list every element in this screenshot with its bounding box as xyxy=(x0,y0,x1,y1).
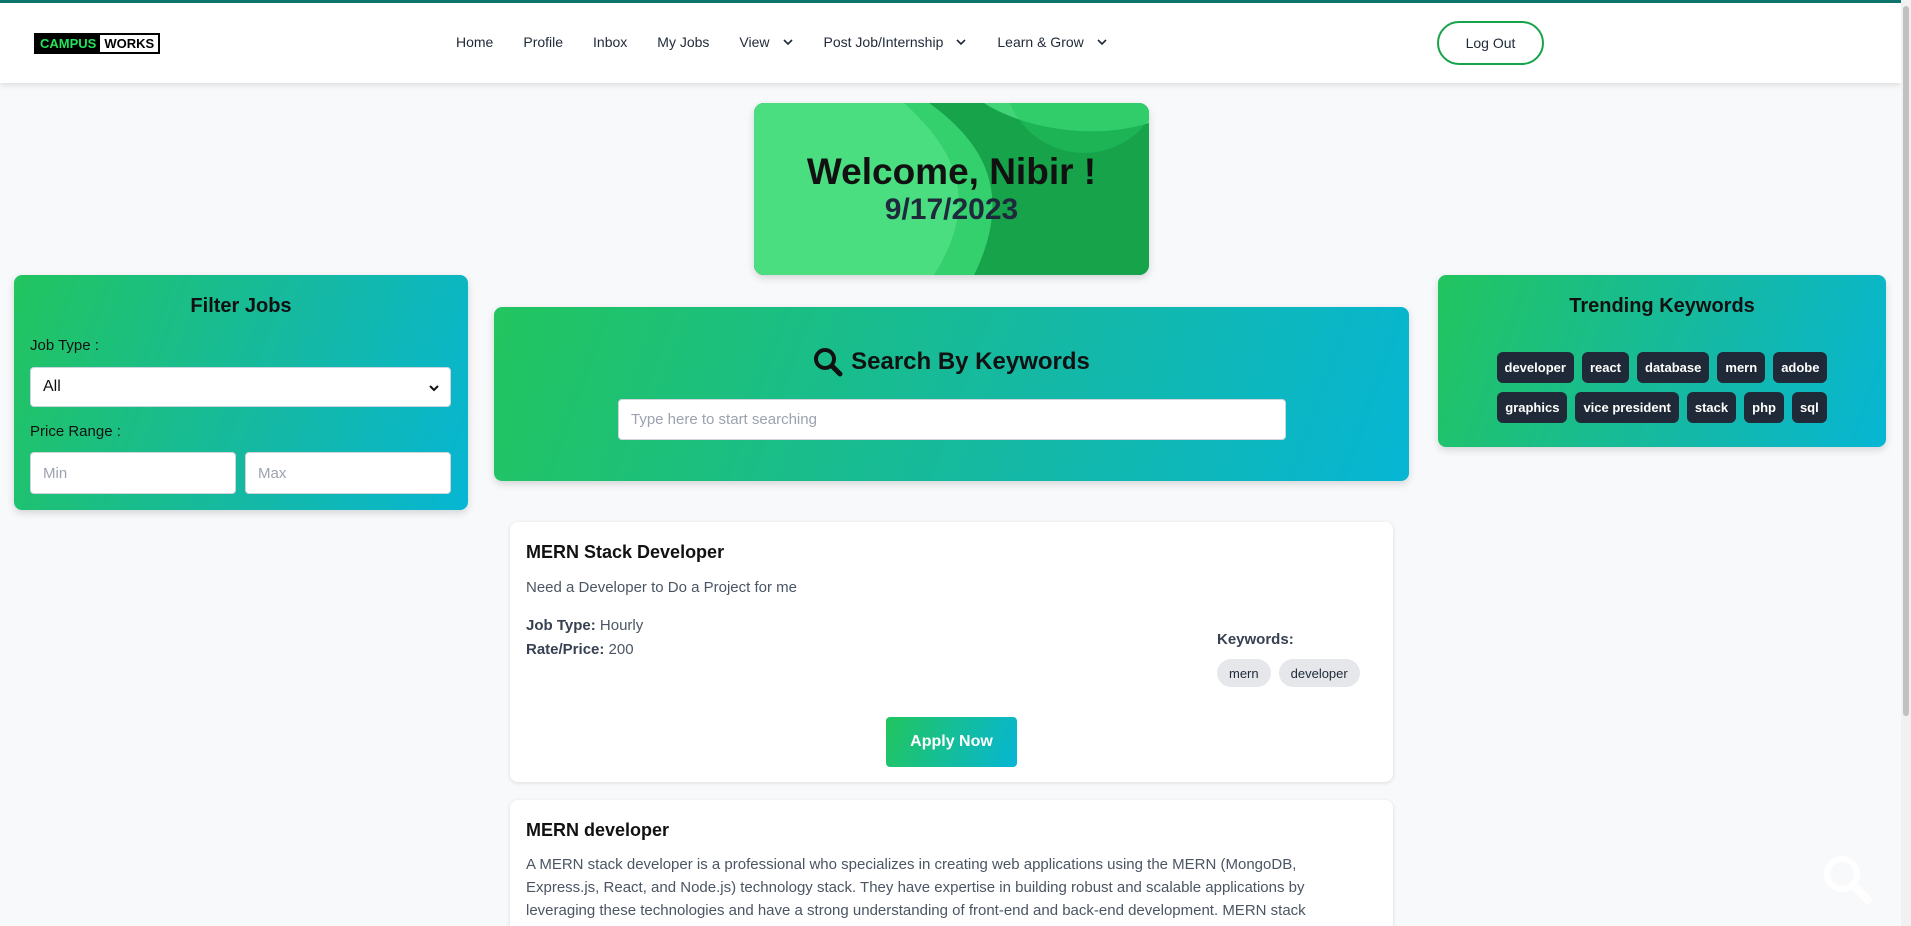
campusworks-logo[interactable]: CAMPUS WORKS xyxy=(34,33,161,54)
nav-learn-grow-dropdown[interactable]: Learn & Grow xyxy=(997,34,1107,50)
navbar: CAMPUS WORKS Home Profile Inbox My Jobs … xyxy=(0,3,1901,83)
job-type-label: Job Type : xyxy=(30,337,99,354)
nav-learn-grow-label: Learn & Grow xyxy=(997,34,1084,50)
nav-view-dropdown[interactable]: View xyxy=(739,34,793,50)
keyword-chip[interactable]: graphics xyxy=(1497,392,1568,423)
scrollbar-thumb[interactable] xyxy=(1903,6,1909,716)
job-type-selected: All xyxy=(43,378,61,395)
job-description: Need a Developer to Do a Project for me xyxy=(526,579,797,596)
job-type-value: Hourly xyxy=(599,617,644,634)
job-description-line: A MERN stack developer is a professional… xyxy=(526,856,1297,873)
welcome-title: Welcome, Nibir ! xyxy=(806,151,1097,192)
min-price-placeholder: Min xyxy=(43,464,68,482)
job-title: MERN developer xyxy=(526,820,670,840)
search-keywords-panel: Search By Keywords Type here to start se… xyxy=(494,307,1409,481)
job-type-key: Job Type: xyxy=(526,617,596,634)
logout-button[interactable]: Log Out xyxy=(1437,21,1544,65)
nav-home[interactable]: Home xyxy=(456,34,493,50)
keyword-chip[interactable]: mern xyxy=(1717,352,1766,383)
job-type-select[interactable]: All xyxy=(30,367,451,407)
nav-view-label: View xyxy=(739,34,770,50)
chevron-down-icon xyxy=(429,385,439,392)
chevron-down-icon xyxy=(1097,39,1107,46)
nav-inbox[interactable]: Inbox xyxy=(593,34,627,50)
nav-links: Home Profile Inbox My Jobs View Post Job… xyxy=(456,34,1138,50)
nav-profile[interactable]: Profile xyxy=(523,34,563,50)
welcome-banner: Welcome, Nibir ! 9/17/2023 xyxy=(754,103,1149,275)
logo-part1: CAMPUS xyxy=(36,35,101,52)
filter-title: Filter Jobs xyxy=(190,295,292,317)
chevron-down-icon xyxy=(956,39,966,46)
keyword-chip[interactable]: stack xyxy=(1686,392,1737,423)
nav-profile-label: Profile xyxy=(523,34,564,50)
welcome-date: 9/17/2023 xyxy=(884,193,1019,226)
price-range-label: Price Range : xyxy=(30,423,121,440)
keyword-chip[interactable]: react xyxy=(1581,352,1630,383)
nav-my-jobs-label: My Jobs xyxy=(657,34,710,50)
logo-part2: WORKS xyxy=(100,35,159,52)
rate-value: 200 xyxy=(608,641,634,658)
chevron-down-icon xyxy=(782,39,793,46)
trending-row-1: developer react database mern adobe xyxy=(1438,352,1886,383)
job-description-line: leveraging these technologies and have a… xyxy=(526,902,1306,919)
search-title: Search By Keywords xyxy=(851,348,1090,375)
keyword-chip[interactable]: sql xyxy=(1791,392,1827,423)
trending-row-2: graphics vice president stack php sql xyxy=(1438,392,1886,423)
keywords-label: Keywords: xyxy=(1217,631,1294,648)
nav-my-jobs[interactable]: My Jobs xyxy=(657,34,709,50)
rate-info: Rate/Price: 200 xyxy=(526,641,634,658)
nav-inbox-label: Inbox xyxy=(593,34,628,50)
job-description-line: Express.js, React, and Node.js) technolo… xyxy=(526,879,1305,896)
max-price-input[interactable]: Max xyxy=(245,452,451,494)
job-card: MERN developer A MERN stack developer is… xyxy=(510,800,1393,926)
nav-post-job-dropdown[interactable]: Post Job/Internship xyxy=(824,34,968,50)
keyword-chip[interactable]: database xyxy=(1637,352,1710,383)
job-type-info: Job Type: Hourly xyxy=(526,617,643,634)
filter-jobs-panel: Filter Jobs Job Type : All Price Range :… xyxy=(14,275,468,510)
floating-search-icon[interactable] xyxy=(1820,852,1876,908)
trending-keywords-panel: Trending Keywords developer react databa… xyxy=(1438,275,1886,447)
trending-title: Trending Keywords xyxy=(1569,295,1755,317)
rate-key: Rate/Price: xyxy=(526,641,605,658)
job-keyword-pill: mern xyxy=(1217,659,1271,687)
keyword-chip[interactable]: developer xyxy=(1496,352,1574,383)
apply-now-button[interactable]: Apply Now xyxy=(886,717,1017,767)
keyword-chip[interactable]: adobe xyxy=(1773,352,1828,383)
job-card: MERN Stack Developer Need a Developer to… xyxy=(510,522,1393,782)
keyword-search-input[interactable]: Type here to start searching xyxy=(618,399,1286,440)
search-icon xyxy=(814,348,843,377)
job-title: MERN Stack Developer xyxy=(526,542,725,562)
keyword-chip[interactable]: vice president xyxy=(1575,392,1679,423)
job-keyword-pill: developer xyxy=(1278,659,1360,687)
min-price-input[interactable]: Min xyxy=(30,452,236,494)
nav-post-job-label: Post Job/Internship xyxy=(823,34,944,50)
keyword-search-placeholder: Type here to start searching xyxy=(631,411,817,428)
job-keywords: mern developer xyxy=(1217,659,1368,687)
nav-home-label: Home xyxy=(456,34,494,50)
search-title-row: Search By Keywords xyxy=(494,347,1409,377)
max-price-placeholder: Max xyxy=(258,464,287,482)
keyword-chip[interactable]: php xyxy=(1744,392,1784,423)
